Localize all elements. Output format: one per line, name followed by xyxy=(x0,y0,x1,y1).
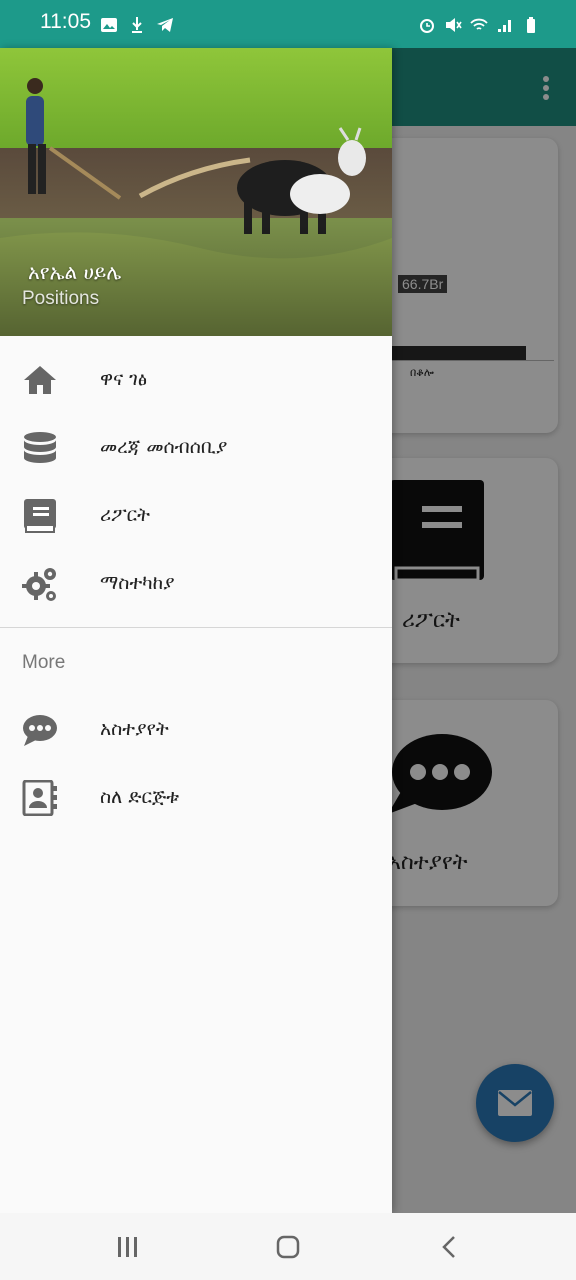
recent-apps-icon[interactable] xyxy=(114,1233,142,1261)
usb-icon xyxy=(132,17,142,33)
menu-item-label: ሪፖርት xyxy=(100,504,151,526)
menu-item-label: አስተያየት xyxy=(100,718,169,740)
menu-item-settings[interactable]: ማስተካከያ xyxy=(0,550,392,618)
menu-item-label: ማስተካከያ xyxy=(100,572,175,594)
book-icon xyxy=(24,499,56,533)
battery-icon xyxy=(527,17,535,33)
menu-item-feedback[interactable]: አስተያየት xyxy=(0,696,392,764)
contact-book-icon xyxy=(22,780,57,816)
back-icon[interactable] xyxy=(436,1233,464,1261)
signal-icon xyxy=(498,20,511,32)
menu-item-home[interactable]: ዋና ገፅ xyxy=(0,346,392,414)
menu-item-label: ስለ ድርጅቱ xyxy=(100,786,180,808)
menu-item-report[interactable]: ሪፖርት xyxy=(0,482,392,550)
telegram-icon xyxy=(157,18,173,32)
status-bar: 11:05 xyxy=(0,0,576,48)
system-navigation-bar xyxy=(0,1213,576,1280)
gallery-icon xyxy=(101,18,117,32)
menu-item-data-collection[interactable]: መረጃ መሰብሰቢያ xyxy=(0,414,392,482)
status-time: 11:05 xyxy=(40,10,91,33)
user-subtitle: Positions xyxy=(22,288,100,309)
gears-icon xyxy=(22,568,56,601)
alarm-icon xyxy=(420,19,434,33)
home-icon xyxy=(24,366,56,394)
menu-item-about[interactable]: ስለ ድርጅቱ xyxy=(0,764,392,832)
menu-item-label: መረጃ መሰብሰቢያ xyxy=(100,436,228,458)
section-title-more: More xyxy=(22,652,66,673)
database-icon xyxy=(24,432,56,463)
menu-item-label: ዋና ገፅ xyxy=(100,368,148,390)
home-button-icon[interactable] xyxy=(274,1233,302,1261)
wifi-icon xyxy=(470,18,488,30)
mute-icon xyxy=(446,18,462,32)
user-name: አየኤል ሀይሌ xyxy=(28,260,122,284)
menu-divider xyxy=(0,627,392,628)
chat-icon xyxy=(23,715,57,746)
drawer-header: አየኤል ሀይሌ Positions xyxy=(0,48,392,336)
navigation-drawer: አየኤል ሀይሌ Positions ዋና ገፅ መረጃ መሰብሰቢያ ሪፖርት xyxy=(0,48,392,1213)
